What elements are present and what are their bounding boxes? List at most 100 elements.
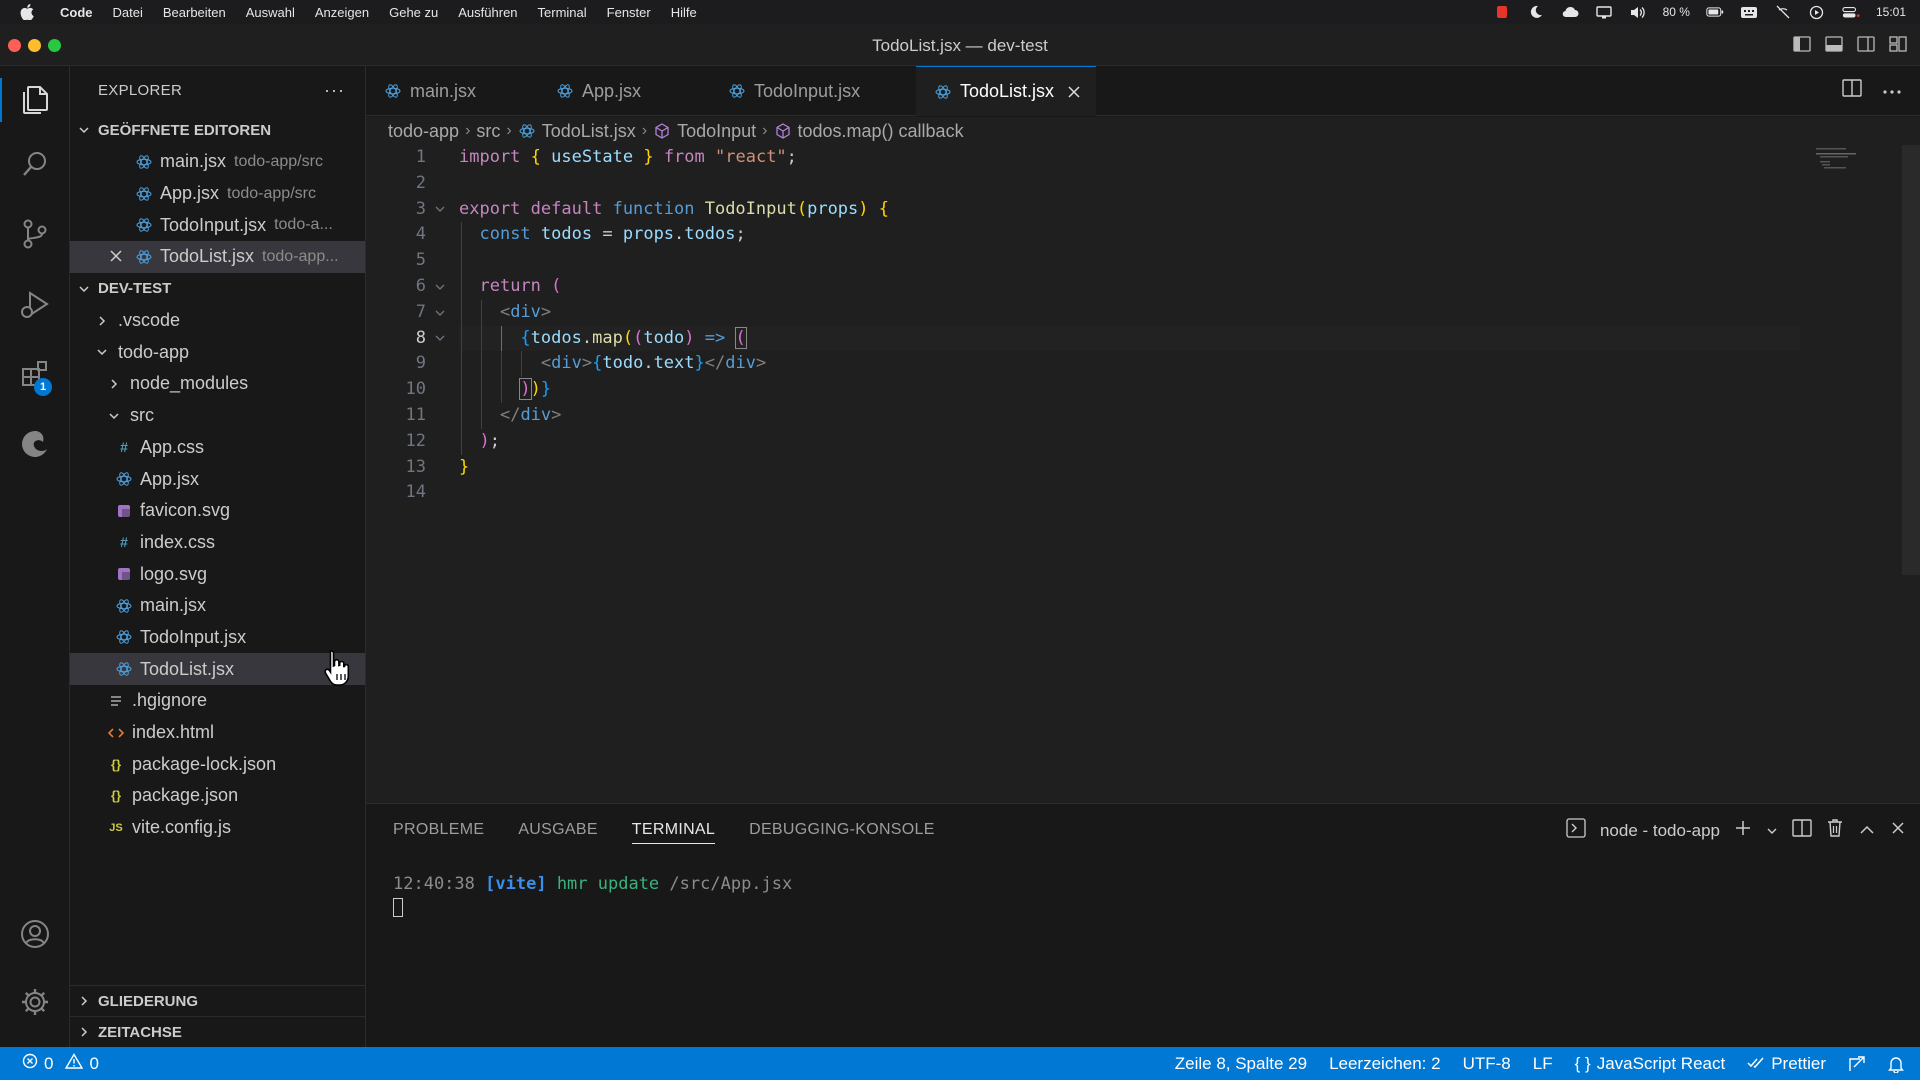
tree-file[interactable]: logo.svg xyxy=(70,558,365,590)
display-icon[interactable] xyxy=(1595,5,1613,19)
control-center-icon[interactable] xyxy=(1842,5,1860,19)
timeline-section-header[interactable]: ZEITACHSE xyxy=(70,1016,366,1047)
edge-devtools-activity-button[interactable] xyxy=(0,416,70,476)
tree-file[interactable]: # App.css xyxy=(70,432,365,464)
menu-auswahl[interactable]: Auswahl xyxy=(236,5,305,20)
close-icon[interactable] xyxy=(108,248,124,264)
tree-file[interactable]: # index.css xyxy=(70,527,365,559)
close-panel-icon[interactable] xyxy=(1890,820,1906,841)
volume-icon[interactable] xyxy=(1629,5,1647,19)
editor-scrollbar[interactable] xyxy=(1902,145,1920,575)
maximize-panel-icon[interactable] xyxy=(1858,821,1876,841)
close-icon[interactable] xyxy=(1066,84,1082,100)
prettier-status[interactable]: Prettier xyxy=(1747,1054,1826,1074)
workspace-section-header[interactable]: DEV-TEST xyxy=(70,273,365,305)
open-editors-section-header[interactable]: GEÖFFNETE EDITOREN xyxy=(70,114,365,146)
end-of-line[interactable]: LF xyxy=(1533,1054,1553,1074)
tree-folder[interactable]: .vscode xyxy=(70,305,365,337)
toggle-primary-sidebar-icon[interactable] xyxy=(1792,34,1812,54)
breadcrumb-item[interactable]: TodoList.jsx xyxy=(542,121,636,142)
new-terminal-icon[interactable] xyxy=(1734,819,1752,842)
more-actions-icon[interactable] xyxy=(1882,82,1902,100)
menu-bearbeiten[interactable]: Bearbeiten xyxy=(153,5,236,20)
split-editor-icon[interactable] xyxy=(1842,79,1862,102)
tree-file[interactable]: index.html xyxy=(70,717,365,749)
split-terminal-icon[interactable] xyxy=(1792,819,1812,842)
tab-problems[interactable]: PROBLEME xyxy=(393,804,484,856)
keyboard-icon[interactable] xyxy=(1740,5,1758,19)
fold-chevron-icon[interactable] xyxy=(430,326,450,352)
tree-file[interactable]: {} package-lock.json xyxy=(70,748,365,780)
menu-code[interactable]: Code xyxy=(50,5,103,20)
open-editor-item[interactable]: App.jsx todo-app/src xyxy=(70,178,365,210)
tree-file[interactable]: .hgignore xyxy=(70,685,365,717)
live-share-icon[interactable] xyxy=(1848,1055,1866,1073)
tab-debug-console[interactable]: DEBUGGING-KONSOLE xyxy=(749,804,935,856)
tab-main-jsx[interactable]: main.jsx xyxy=(366,66,538,116)
fold-chevron-icon[interactable] xyxy=(430,274,450,300)
customize-layout-icon[interactable] xyxy=(1888,34,1908,54)
accounts-activity-button[interactable] xyxy=(0,906,70,966)
terminal-output[interactable]: 12:40:38 [vite] hmr update /src/App.jsx xyxy=(393,874,792,917)
tab-todolist-jsx[interactable]: TodoList.jsx xyxy=(916,66,1096,116)
recording-icon[interactable] xyxy=(1493,5,1511,19)
encoding[interactable]: UTF-8 xyxy=(1463,1054,1511,1074)
open-editor-item-active[interactable]: TodoList.jsx todo-app... xyxy=(70,241,365,273)
tree-file[interactable]: App.jsx xyxy=(70,463,365,495)
breadcrumb-item[interactable]: TodoInput xyxy=(677,121,756,142)
menu-gehe-zu[interactable]: Gehe zu xyxy=(379,5,448,20)
open-editor-item[interactable]: main.jsx todo-app/src xyxy=(70,146,365,178)
tree-file[interactable]: {} package.json xyxy=(70,780,365,812)
cursor-position[interactable]: Zeile 8, Spalte 29 xyxy=(1175,1054,1307,1074)
tab-app-jsx[interactable]: App.jsx xyxy=(538,66,710,116)
tree-folder[interactable]: todo-app xyxy=(70,336,365,368)
open-editor-item[interactable]: TodoInput.jsx todo-a... xyxy=(70,209,365,241)
tree-folder[interactable]: node_modules xyxy=(70,368,365,400)
run-debug-activity-button[interactable] xyxy=(0,276,70,336)
tab-terminal[interactable]: TERMINAL xyxy=(631,804,716,856)
menu-hilfe[interactable]: Hilfe xyxy=(661,5,707,20)
wifi-off-icon[interactable] xyxy=(1774,5,1792,19)
explorer-more-actions-button[interactable]: ··· xyxy=(324,80,345,101)
tree-folder[interactable]: src xyxy=(70,400,365,432)
status-problems[interactable]: 0 0 xyxy=(0,1053,99,1074)
fold-chevron-icon[interactable] xyxy=(430,197,450,223)
tab-output[interactable]: AUSGABE xyxy=(518,804,597,856)
toggle-panel-icon[interactable] xyxy=(1824,34,1844,54)
indentation[interactable]: Leerzeichen: 2 xyxy=(1329,1054,1441,1074)
breadcrumb-item[interactable]: todo-app xyxy=(388,121,459,142)
code-editor[interactable]: 1 2 3 4 5 6 7 8 9 10 11 12 13 14 import … xyxy=(366,145,1920,803)
explorer-activity-button[interactable] xyxy=(0,70,70,130)
tree-file[interactable]: favicon.svg xyxy=(70,495,365,527)
chevron-down-icon[interactable] xyxy=(1766,821,1778,841)
fold-chevron-icon[interactable] xyxy=(430,300,450,326)
menu-terminal[interactable]: Terminal xyxy=(528,5,597,20)
menu-fenster[interactable]: Fenster xyxy=(597,5,661,20)
tree-file[interactable]: JS vite.config.js xyxy=(70,812,365,844)
outline-section-header[interactable]: GLIEDERUNG xyxy=(70,985,366,1016)
apple-icon[interactable] xyxy=(18,3,36,21)
menu-datei[interactable]: Datei xyxy=(103,5,153,20)
cloud-icon[interactable] xyxy=(1561,5,1579,19)
menu-ausfuehren[interactable]: Ausführen xyxy=(448,5,527,20)
extensions-activity-button[interactable]: 1 xyxy=(0,346,70,406)
language-mode[interactable]: { } JavaScript React xyxy=(1575,1054,1726,1074)
battery-icon[interactable] xyxy=(1706,5,1724,19)
manage-activity-button[interactable] xyxy=(0,974,70,1034)
tree-file[interactable]: TodoInput.jsx xyxy=(70,622,365,654)
minimap[interactable] xyxy=(1814,145,1904,205)
terminal-instance-name[interactable]: node - todo-app xyxy=(1600,821,1720,841)
play-circle-icon[interactable] xyxy=(1808,5,1826,19)
menu-anzeigen[interactable]: Anzeigen xyxy=(305,5,379,20)
trash-icon[interactable] xyxy=(1826,818,1844,843)
tree-file[interactable]: main.jsx xyxy=(70,590,365,622)
breadcrumb-item[interactable]: src xyxy=(476,121,500,142)
tree-file-active[interactable]: TodoList.jsx xyxy=(70,653,365,685)
breadcrumb-item[interactable]: todos.map() callback xyxy=(798,121,964,142)
tab-todoinput-jsx[interactable]: TodoInput.jsx xyxy=(710,66,916,116)
source-control-activity-button[interactable] xyxy=(0,206,70,266)
search-activity-button[interactable] xyxy=(0,136,70,196)
bell-icon[interactable] xyxy=(1888,1055,1904,1073)
toggle-secondary-sidebar-icon[interactable] xyxy=(1856,34,1876,54)
moon-icon[interactable] xyxy=(1527,5,1545,19)
